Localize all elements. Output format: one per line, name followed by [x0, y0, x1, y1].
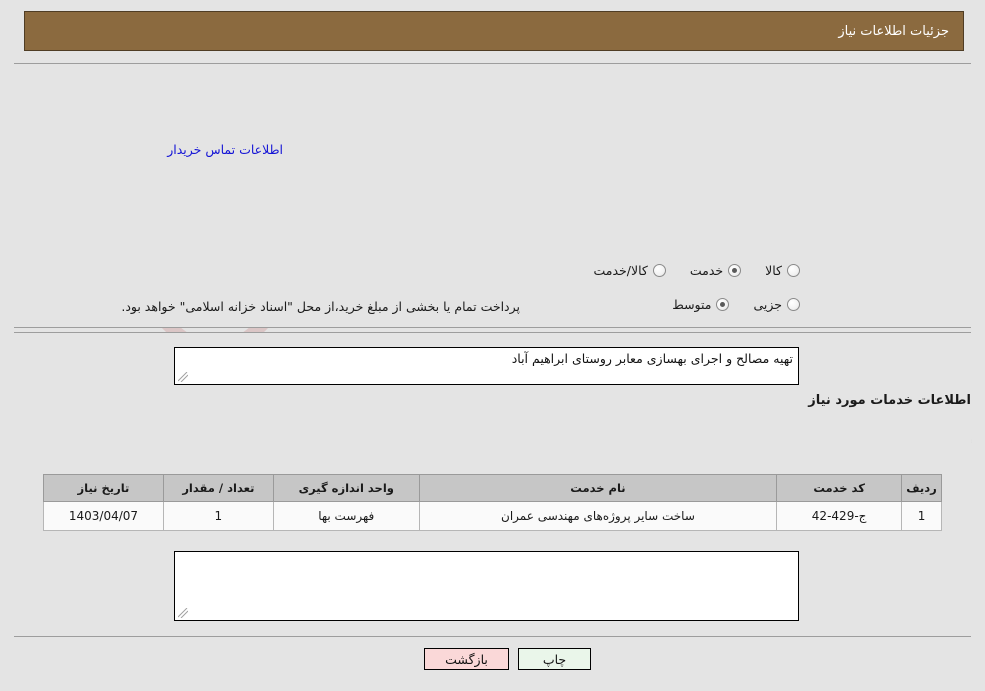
description-textarea[interactable]: تهیه مصالح و اجرای بهسازی معابر روستای ا… — [174, 347, 799, 385]
process-option-label: متوسط — [672, 297, 712, 312]
page-header: جزئیات اطلاعات نیاز — [24, 11, 964, 51]
need-info-panel — [14, 63, 971, 328]
category-option-kala[interactable]: کالا — [765, 263, 800, 278]
th-unit: واحد اندازه گیری — [272, 474, 420, 502]
radio-icon[interactable] — [728, 264, 742, 277]
category-option-label: کالا/خدمت — [593, 263, 648, 278]
buyer-notes-textarea[interactable] — [174, 551, 799, 621]
category-option-khedmat[interactable]: خدمت — [689, 263, 742, 278]
cell-unit: فهرست بها — [272, 501, 420, 531]
back-button[interactable]: بازگشت — [424, 648, 509, 670]
th-code: کد خدمت — [776, 474, 903, 502]
th-radif: ردیف — [901, 474, 942, 502]
process-option-label: جزیی — [753, 297, 782, 312]
buyer-contact-link[interactable]: اطلاعات تماس خریدار — [167, 142, 283, 157]
page-root: AnaTender.net جزئیات اطلاعات نیاز شماره … — [0, 0, 985, 691]
print-button[interactable]: چاپ — [518, 648, 591, 670]
category-option-label: کالا — [765, 263, 782, 278]
radio-icon[interactable] — [652, 264, 666, 277]
th-quantity: تعداد / مقدار — [162, 474, 274, 502]
category-option-kala-khedmat[interactable]: کالا/خدمت — [593, 263, 666, 278]
th-date: تاریخ نیاز — [43, 474, 164, 502]
page-title: جزئیات اطلاعات نیاز — [838, 23, 949, 39]
radio-icon[interactable] — [787, 298, 800, 311]
services-table-wrapper: ردیف کد خدمت نام خدمت واحد اندازه گیری ت… — [43, 474, 942, 531]
table-header-row: ردیف کد خدمت نام خدمت واحد اندازه گیری ت… — [43, 474, 942, 502]
th-name: نام خدمت — [418, 474, 778, 502]
cell-radif: 1 — [901, 501, 942, 531]
resize-grip-icon[interactable] — [178, 372, 188, 382]
cell-code: ج-429-42 — [776, 501, 903, 531]
process-option-motavaset[interactable]: متوسط — [672, 297, 730, 312]
payment-note-text: پرداخت تمام یا بخشی از مبلغ خرید،از محل … — [121, 299, 520, 314]
table-row[interactable]: 1 ج-429-42 ساخت سایر پروژه‌های مهندسی عم… — [43, 501, 942, 531]
category-option-label: خدمت — [689, 263, 724, 278]
category-radio-group: کالا خدمت کالا/خدمت — [593, 263, 800, 278]
cell-date: 1403/04/07 — [43, 501, 164, 531]
cell-name: ساخت سایر پروژه‌های مهندسی عمران — [418, 501, 778, 531]
services-section-title: اطلاعات خدمات مورد نیاز — [808, 393, 971, 408]
process-type-radio-group: جزیی متوسط — [672, 297, 800, 312]
radio-icon[interactable] — [787, 264, 800, 277]
services-table: ردیف کد خدمت نام خدمت واحد اندازه گیری ت… — [43, 474, 942, 531]
cell-quantity: 1 — [162, 501, 274, 531]
process-option-jozei[interactable]: جزیی — [753, 297, 800, 312]
radio-icon[interactable] — [716, 298, 730, 311]
resize-grip-icon[interactable] — [178, 608, 188, 618]
